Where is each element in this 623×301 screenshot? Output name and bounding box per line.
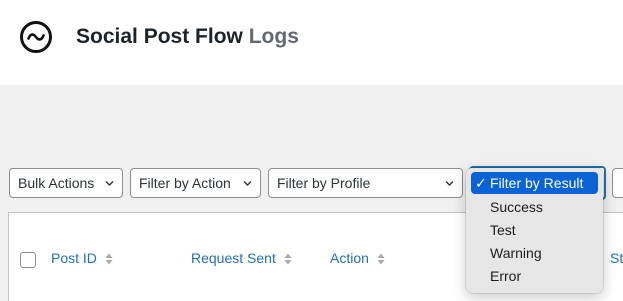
column-header-action[interactable]: Action xyxy=(330,250,385,266)
column-header-label: Request Sent xyxy=(191,250,276,266)
dropdown-option-selected[interactable]: ✓ Filter by Result xyxy=(471,172,598,194)
column-header-label: Post ID xyxy=(51,250,97,266)
sort-icon xyxy=(377,253,385,265)
sort-icon xyxy=(284,253,292,265)
dropdown-option-test[interactable]: Test xyxy=(471,219,598,241)
page-header: Social Post Flow Logs xyxy=(0,0,623,85)
checkmark-icon: ✓ xyxy=(475,175,487,191)
page-title: Social Post Flow Logs xyxy=(76,25,299,49)
dropdown-option-success[interactable]: Success xyxy=(471,196,598,218)
select-all-checkbox[interactable] xyxy=(20,252,36,268)
chevron-down-icon xyxy=(243,181,252,186)
filter-by-profile-select[interactable]: Filter by Profile xyxy=(268,168,463,198)
page-title-main: Social Post Flow xyxy=(76,25,243,48)
column-header-post-id[interactable]: Post ID xyxy=(51,250,113,266)
sort-icon xyxy=(105,253,113,265)
column-header-label: St xyxy=(610,250,623,266)
page-title-suffix: Logs xyxy=(248,25,299,48)
chevron-down-icon xyxy=(445,181,454,186)
filter-by-action-select[interactable]: Filter by Action xyxy=(130,168,261,198)
dropdown-option-warning[interactable]: Warning xyxy=(471,242,598,264)
next-filter-select[interactable] xyxy=(612,168,623,198)
social-post-flow-logo-icon xyxy=(20,21,52,53)
column-header-label: Action xyxy=(330,250,369,266)
filter-by-result-dropdown: ✓ Filter by Result Success Test Warning E… xyxy=(466,168,603,293)
bulk-actions-select[interactable]: Bulk Actions xyxy=(9,168,123,198)
bulk-actions-label: Bulk Actions xyxy=(18,175,95,191)
column-header-request-sent[interactable]: Request Sent xyxy=(191,250,292,266)
column-header-status[interactable]: St xyxy=(610,250,623,266)
filter-by-profile-label: Filter by Profile xyxy=(277,175,371,191)
filter-by-action-label: Filter by Action xyxy=(139,175,231,191)
dropdown-option-label: Filter by Result xyxy=(490,175,584,191)
chevron-down-icon xyxy=(105,181,114,186)
dropdown-option-error[interactable]: Error xyxy=(471,265,598,287)
